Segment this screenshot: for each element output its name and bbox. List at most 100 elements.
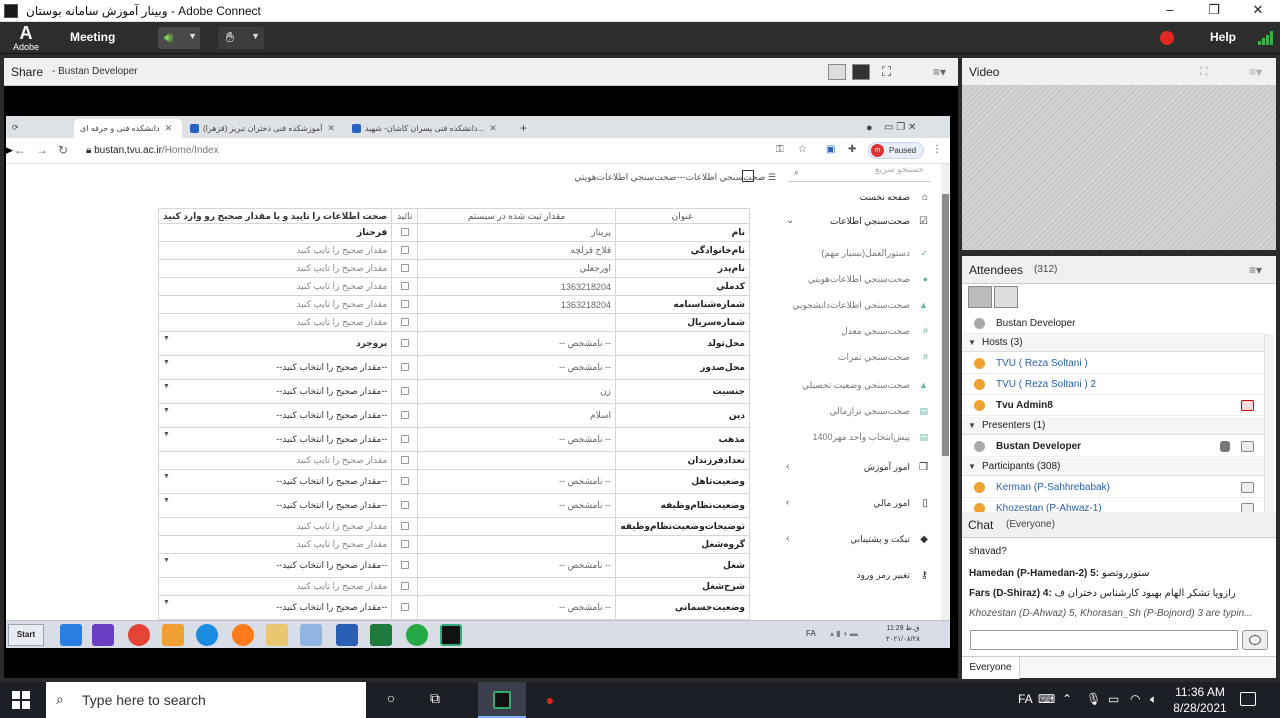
windows-start-icon[interactable] [12,691,30,709]
confirm-checkbox[interactable] [400,434,409,443]
star-icon[interactable]: ☆ [798,144,807,155]
confirm-checkbox[interactable] [400,338,409,347]
collapse-triangle-icon[interactable]: ▼ [968,462,976,471]
confirm-checkbox[interactable] [400,227,409,236]
browser-tab[interactable]: دانشکده فنی پسران کاشان- شهید... ✕ [346,119,510,138]
current-user-row[interactable]: Bustan Developer [962,314,1264,334]
close-tab-icon[interactable]: ✕ [165,123,173,133]
correct-value-select[interactable]: ▼ --مقدار صحيح را انتخاب كنيد-- [157,595,393,620]
correct-value-input[interactable]: مقدار صحيح را تايپ كنيد [157,313,393,332]
sidebar-search-input[interactable]: ⌕ جستجو سريع [788,164,930,182]
correct-value-input[interactable]: مقدار صحيح را تايپ كنيد [157,517,393,536]
sidebar-item[interactable]: ◆ تيكت و پشتيباني › [776,532,932,552]
correct-value-select[interactable]: ▼ بروجرد [157,331,393,356]
new-tab-button[interactable]: + [514,119,533,138]
taskbar-adobe-connect[interactable] [478,682,526,718]
attendee-group[interactable]: ▼ Presenters (1) [962,417,1264,435]
fit-width-button[interactable] [828,64,846,80]
correct-value-select[interactable]: ▼ --مقدار صحيح را انتخاب كنيد-- [157,493,393,518]
task-view-icon[interactable]: ⧉ [424,690,446,710]
sidebar-item[interactable]: ⌂ صفحه نخست [776,190,932,210]
sidebar-item[interactable]: ▯ امور مالي › [776,496,932,516]
correct-value-input[interactable]: مقدار صحيح را تايپ كنيد [157,277,393,296]
confirm-checkbox[interactable] [400,581,409,590]
confirm-checkbox[interactable] [400,263,409,272]
raise-hand-toggle[interactable]: ✋︎ ▼ [218,27,264,49]
tab-search-icon[interactable]: ⟳ [12,119,28,138]
correct-value-input[interactable]: مقدار صحيح را تايپ كنيد [157,577,393,596]
input-language-indicator[interactable]: FA [1018,692,1033,706]
collapse-triangle-icon[interactable]: ▼ [968,338,976,347]
chat-recipient-tab[interactable]: Everyone [962,657,1020,679]
meeting-menu[interactable]: Meeting [70,30,115,44]
attendee-row[interactable]: TVU ( Reza Soltani ) [962,354,1264,374]
sidebar-item[interactable]: ▲ صحت‌سنجي وضعيت تحصيلي [776,378,932,398]
correct-value-select[interactable]: ▼ --مقدار صحيح را انتخاب كنيد-- [157,355,393,380]
chat-send-button[interactable] [1242,630,1268,650]
fullscreen-icon[interactable]: ⛶ [1200,66,1208,79]
remote-language-indicator[interactable]: FA [806,629,816,638]
help-menu[interactable]: Help [1210,30,1236,44]
excel-icon[interactable] [370,624,392,646]
taskbar-clock[interactable]: 11:36 AM 8/28/2021 [1172,684,1228,716]
correct-value-input[interactable]: مقدار صحيح را تايپ كنيد [157,535,393,554]
attendee-row[interactable]: Kerman (P-Sahhrebabak) [962,478,1264,498]
attendee-row[interactable]: Tvu Admin8 [962,396,1264,416]
chevron-down-icon[interactable]: ⌄ [786,215,794,226]
correct-value-input[interactable]: فرحناز [157,223,393,242]
taskbar-search-box[interactable]: ⌕ Type here to search [46,682,366,718]
chevron-down-icon[interactable]: ▼ [188,31,197,41]
correct-value-input[interactable]: مقدار صحيح را تايپ كنيد [157,259,393,278]
correct-value-input[interactable]: مقدار صحيح را تايپ كنيد [157,241,393,260]
correct-value-input[interactable]: مقدار صحيح را تايپ كنيد [157,295,393,314]
sidebar-item[interactable]: ⚷ تغيير رمز ورود [776,568,932,588]
volume-icon[interactable]: 🔈︎ [1150,692,1157,707]
chevron-up-icon[interactable]: ⌃ [1062,692,1072,706]
correct-value-select[interactable]: ▼ --مقدار صحيح را انتخاب كنيد-- [157,553,393,578]
attendee-scrollbar[interactable] [1264,334,1274,512]
puzzle-icon[interactable]: ✚ [848,144,856,155]
whatsapp-icon[interactable] [406,624,428,646]
browser-tab[interactable]: آموزشکده فنی دختران تبریز (قزهرا) ✕ [184,119,344,138]
sidebar-item[interactable]: ● صحت‌سنجي اطلاعات‌هويتي [776,272,932,292]
fullscreen-icon[interactable]: ⛶ [882,64,900,80]
correct-value-select[interactable]: ▼ --مقدار صحيح را انتخاب كنيد-- [157,469,393,494]
microphone-icon[interactable]: 🎙︎ [1086,692,1101,706]
chevron-down-icon[interactable]: ▼ [251,31,260,41]
folder-icon[interactable] [266,624,288,646]
edge-icon[interactable] [196,624,218,646]
confirm-checkbox[interactable] [400,362,409,371]
word-icon[interactable] [336,624,358,646]
extension-icon[interactable]: ▣ [826,144,835,155]
confirm-checkbox[interactable] [400,560,409,569]
browser-tab-active[interactable]: دانشکده فنی و حرفه ای ✕ [74,119,182,138]
app-icon[interactable] [300,624,322,646]
confirm-checkbox[interactable] [400,455,409,464]
status-view-icon[interactable] [994,286,1018,308]
confirm-checkbox[interactable] [400,602,409,611]
confirm-checkbox[interactable] [400,476,409,485]
attendee-group[interactable]: ▼ Participants (308) [962,458,1264,476]
correct-value-select[interactable]: ▼ --مقدار صحيح را انتخاب كنيد-- [157,379,393,404]
ie-icon[interactable] [60,624,82,646]
confirm-checkbox[interactable] [400,539,409,548]
list-view-icon[interactable] [968,286,992,308]
chrome-icon[interactable] [128,624,150,646]
page-scrollbar[interactable] [941,164,950,620]
key-icon[interactable]: ⚿ [776,144,784,155]
pod-menu-icon[interactable]: ≡▾ [1249,65,1262,79]
correct-value-input[interactable]: مقدار صحيح را تايپ كنيد [157,451,393,470]
collapse-triangle-icon[interactable]: ▼ [968,421,976,430]
sidebar-item[interactable]: # صحت‌سنجي نمرات [776,350,932,370]
reload-button[interactable]: ↻ [58,143,68,157]
taskbar-recorder[interactable]: ● [526,682,574,718]
close-tab-icon[interactable]: ✕ [327,123,335,133]
media-player-icon[interactable] [92,624,114,646]
confirm-checkbox[interactable] [400,299,409,308]
correct-value-select[interactable]: ▼ --مقدار صحيح را انتخاب كنيد-- [157,403,393,428]
firefox-icon[interactable] [232,624,254,646]
media-icon[interactable] [162,624,184,646]
minimize-button[interactable]: – [1148,0,1192,22]
confirm-checkbox[interactable] [400,500,409,509]
scrollbar-thumb[interactable] [942,194,949,456]
